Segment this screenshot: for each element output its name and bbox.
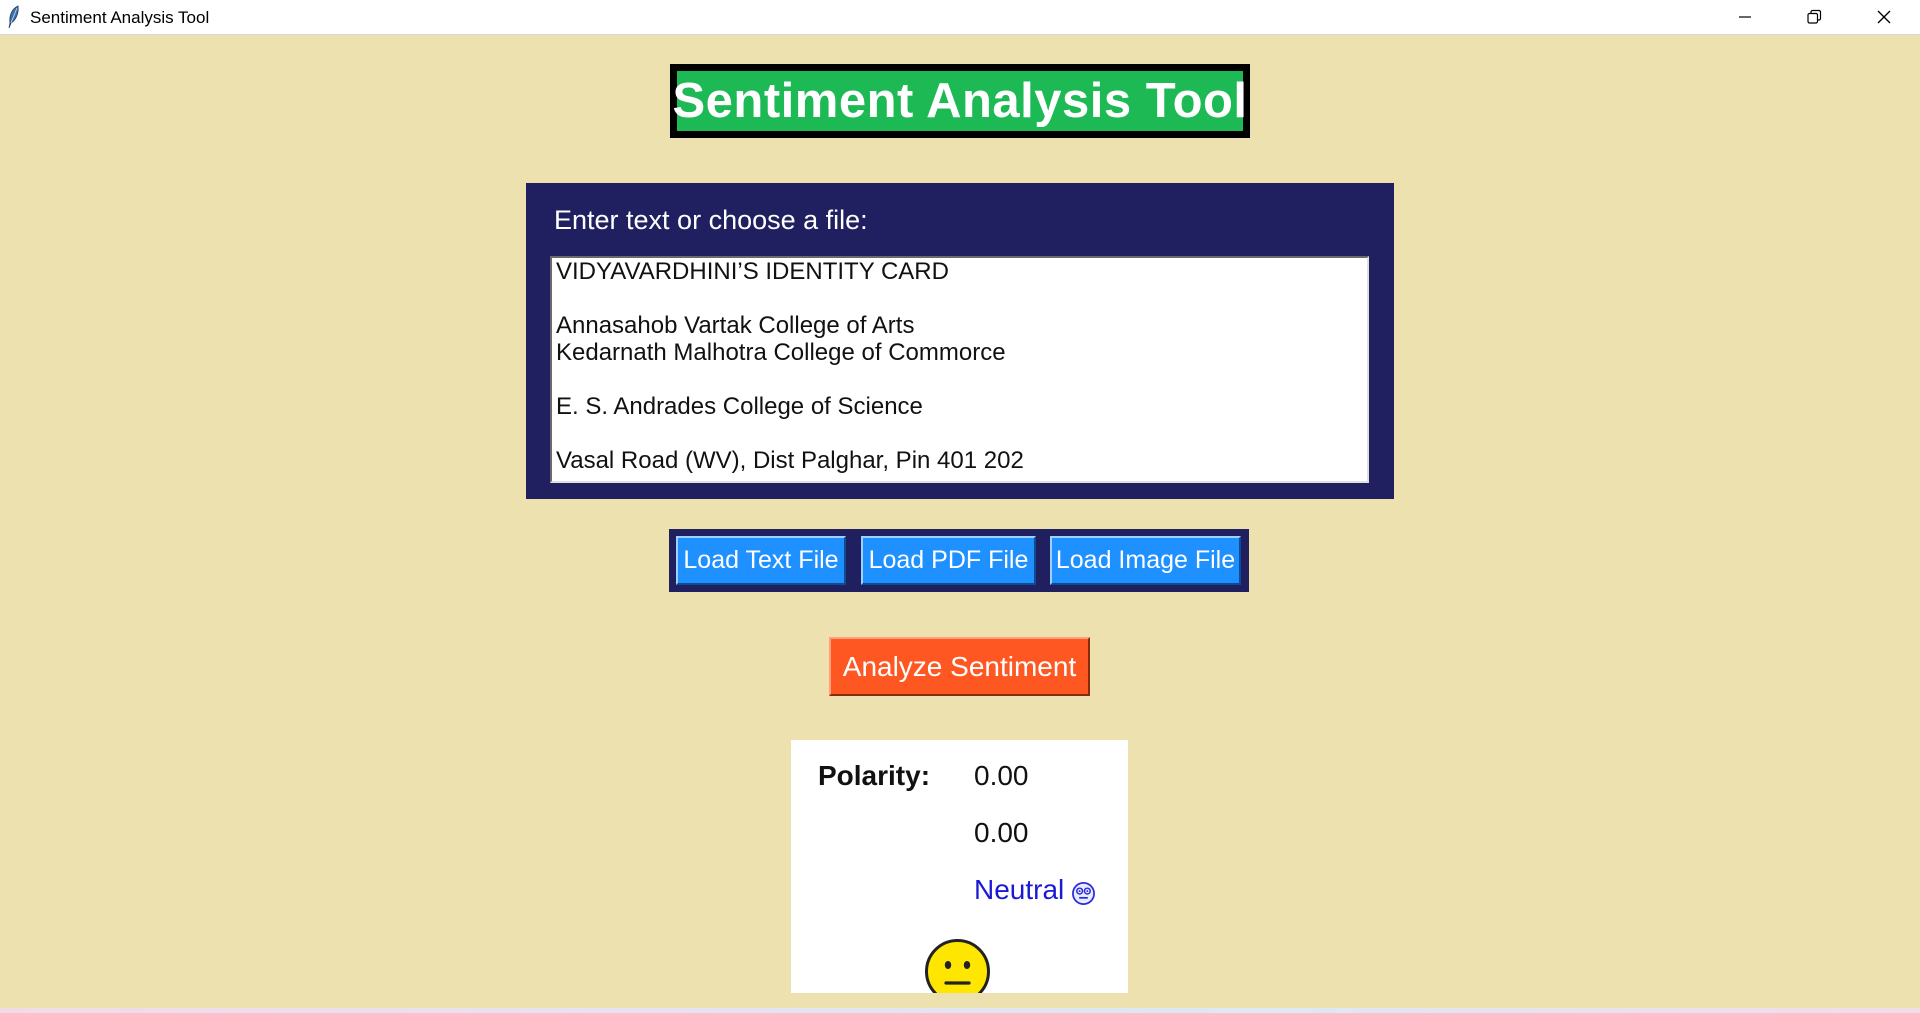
text-line: VIDYAVARDHINI’S IDENTITY CARD — [556, 258, 949, 285]
sentiment-label: Neutral — [974, 874, 1065, 905]
input-label: Enter text or choose a file: — [554, 205, 868, 235]
minimize-button[interactable] — [1710, 0, 1780, 34]
neutral-face-icon — [1072, 882, 1095, 905]
app-heading-text: Sentiment Analysis Tool — [672, 71, 1247, 131]
input-panel: Enter text or choose a file: VIDYAVARDHI… — [526, 183, 1394, 499]
text-input-area[interactable]: VIDYAVARDHINI’S IDENTITY CARD Annasahob … — [550, 256, 1369, 483]
load-image-file-button[interactable]: Load Image File — [1050, 536, 1241, 585]
minimize-icon — [1739, 16, 1751, 18]
polarity-value: 0.00 — [974, 760, 1029, 791]
taskbar-edge — [0, 1008, 1920, 1013]
text-line — [556, 366, 1363, 393]
text-line: E. S. Andrades College of Science — [556, 393, 923, 420]
close-icon — [1877, 10, 1891, 24]
text-line: Annasahob Vartak College of Arts — [556, 312, 915, 339]
text-line: Kedarnath Malhotra College of Commorce — [556, 339, 1006, 366]
feather-icon — [8, 5, 19, 29]
load-text-file-button[interactable]: Load Text File — [676, 536, 846, 585]
close-button[interactable] — [1849, 0, 1919, 34]
load-pdf-file-button[interactable]: Load PDF File — [861, 536, 1036, 585]
text-line — [556, 420, 1363, 447]
neutral-face-emoji-icon — [925, 939, 990, 993]
restore-button[interactable] — [1779, 0, 1849, 34]
analyze-sentiment-button[interactable]: Analyze Sentiment — [829, 637, 1090, 696]
window-titlebar: Sentiment Analysis Tool — [0, 0, 1920, 35]
load-buttons-panel: Load Text File Load PDF File Load Image … — [669, 529, 1249, 592]
restore-icon — [1807, 9, 1822, 24]
subjectivity-value: 0.00 — [974, 817, 1029, 848]
text-line: Vasal Road (WV), Dist Palghar, Pin 401 2… — [556, 447, 1024, 474]
window-title: Sentiment Analysis Tool — [30, 8, 210, 27]
polarity-label: Polarity: — [818, 760, 931, 791]
text-line — [556, 285, 1363, 312]
app-heading: Sentiment Analysis Tool — [670, 64, 1250, 138]
results-panel: Polarity: 0.00 0.00 Neutral — [791, 740, 1128, 993]
